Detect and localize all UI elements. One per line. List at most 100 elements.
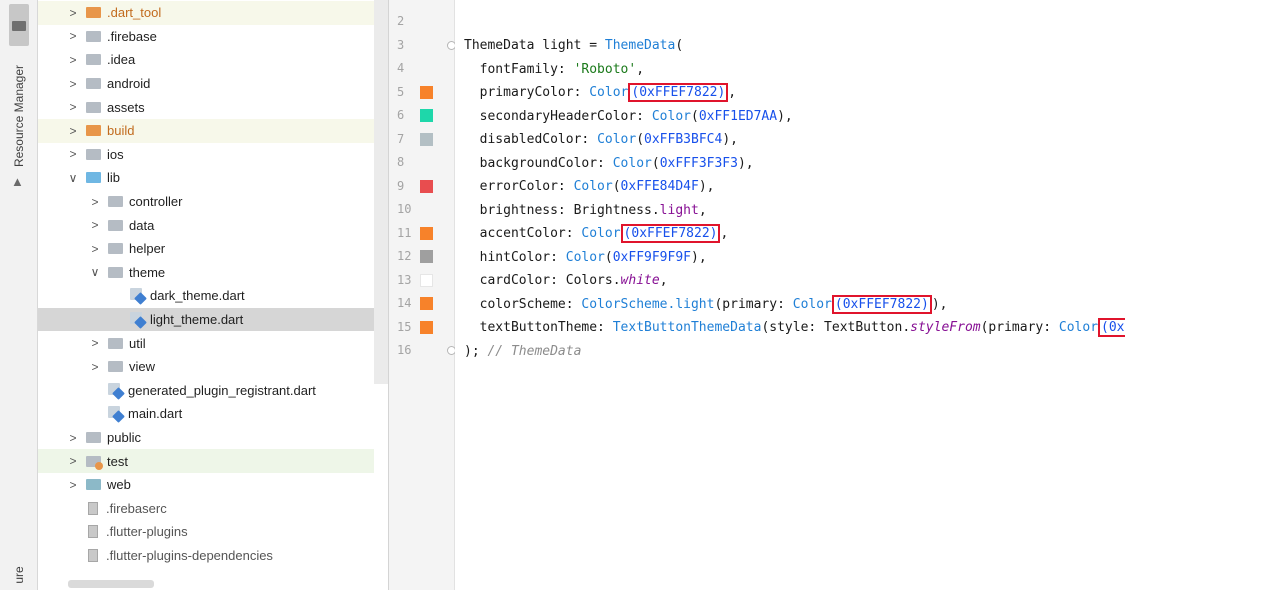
line-number: 10 (397, 202, 412, 216)
tree-item[interactable]: > android (38, 72, 374, 96)
tree-item[interactable]: ∨ lib (38, 166, 374, 190)
folder-icon (86, 479, 101, 491)
folder-icon (108, 337, 123, 349)
color-swatch-icon[interactable] (420, 179, 433, 193)
file-icon (88, 525, 98, 539)
chevron-down-icon[interactable]: ∨ (88, 265, 102, 279)
highlight-box: (0xFFEF7822) (831, 294, 932, 314)
line-number: 6 (397, 108, 405, 122)
tree-item[interactable]: > build (38, 119, 374, 143)
project-tool-button[interactable] (9, 4, 29, 46)
code-line-7: disabledColor: Color(0xFFB3BFC4), (464, 132, 738, 147)
color-swatch-icon[interactable] (420, 297, 433, 310)
tree-item[interactable]: > public (38, 426, 374, 450)
color-swatch-icon[interactable] (420, 250, 433, 263)
structure-tab[interactable]: ure (12, 566, 26, 583)
tree-item-label: .dart_tool (107, 5, 162, 21)
chevron-right-icon[interactable]: > (66, 29, 80, 43)
color-swatch-icon[interactable] (420, 109, 433, 122)
chevron-right-icon[interactable]: > (66, 147, 80, 161)
folder-icon (86, 432, 101, 444)
line-number: 11 (397, 225, 412, 240)
tree-item-label: .firebaserc (106, 500, 167, 516)
chevron-right-icon[interactable]: > (88, 360, 102, 374)
tree-item-label: controller (129, 194, 183, 210)
tree-item-label: ios (107, 146, 124, 162)
chevron-right-icon[interactable]: > (66, 77, 80, 91)
chevron-right-icon[interactable]: > (66, 478, 80, 492)
color-swatch-icon[interactable] (420, 320, 433, 334)
folder-icon (86, 7, 101, 19)
chevron-right-icon[interactable]: > (88, 242, 102, 256)
code-line-16: ); // ThemeData (464, 343, 582, 359)
folder-icon (108, 266, 123, 278)
chevron-right-icon[interactable]: > (66, 100, 80, 114)
code-line-10: brightness: Brightness.light, (464, 202, 707, 218)
line-number: 3 (397, 37, 405, 52)
tree-item-label: dark_theme.dart (150, 288, 245, 304)
tree-item[interactable]: > assets (38, 95, 374, 119)
tree-item-label: helper (129, 241, 166, 257)
code-line-6: secondaryHeaderColor: Color(0xFF1ED7AA), (464, 108, 793, 124)
code-line-9: errorColor: Color(0xFFE84D4F), (464, 179, 715, 194)
chevron-right-icon[interactable]: > (88, 336, 102, 350)
tree-item[interactable]: > view (38, 355, 374, 379)
tree-item[interactable]: generated_plugin_registrant.dart (38, 379, 374, 403)
tree-item[interactable]: > .dart_tool (38, 1, 374, 25)
tree-item[interactable]: > test (38, 449, 374, 473)
tree-item-label: .flutter-plugins-dependencies (106, 548, 273, 564)
chevron-right-icon[interactable]: > (88, 195, 102, 209)
tree-item[interactable]: > .idea (38, 48, 374, 72)
tree-item-label: light_theme.dart (150, 312, 244, 328)
tree-item[interactable]: > .firebase (38, 25, 374, 49)
chevron-right-icon[interactable]: > (66, 431, 80, 445)
resource-manager-icon[interactable]: ▲ (11, 174, 24, 189)
tree-item[interactable]: .flutter-plugins-dependencies (38, 544, 374, 568)
tree-item-label: build (107, 123, 135, 139)
tree-item[interactable]: dark_theme.dart (38, 284, 374, 308)
tree-item[interactable]: main.dart (38, 402, 374, 426)
project-tree: > .dart_tool > .firebase > .idea > android > asse… (38, 0, 389, 590)
tree-item-label: .firebase (107, 28, 157, 44)
chevron-right-icon[interactable]: > (66, 124, 80, 138)
line-number: 15 (397, 319, 412, 334)
chevron-right-icon[interactable]: > (66, 454, 80, 468)
code-editor[interactable]: ThemeData light = ThemeData( fontFamily:… (455, 0, 1263, 590)
tree-item-label: generated_plugin_registrant.dart (128, 382, 316, 398)
line-number: 9 (397, 178, 405, 193)
tree-item[interactable]: > helper (38, 237, 374, 261)
color-swatch-icon[interactable] (420, 85, 433, 99)
tree-vertical-scrollbar[interactable] (374, 0, 388, 384)
code-line-8: backgroundColor: Color(0xFFF3F3F3), (464, 155, 754, 171)
tree-item-label: test (107, 453, 128, 469)
chevron-right-icon[interactable]: > (88, 218, 102, 232)
folder-icon (86, 148, 101, 160)
tree-item[interactable]: > controller (38, 190, 374, 214)
tree-item[interactable]: > ios (38, 143, 374, 167)
code-line-3: ThemeData light = ThemeData( (464, 38, 684, 53)
tree-item-label: .flutter-plugins (106, 524, 188, 540)
tree-item[interactable]: > data (38, 213, 374, 237)
color-swatch-icon[interactable] (420, 226, 433, 240)
tool-window-strip: Resource Manager ▲ ure (0, 0, 38, 590)
chevron-right-icon[interactable]: > (66, 53, 80, 67)
tree-item-label: util (129, 335, 146, 351)
tree-item[interactable]: > web (38, 473, 374, 497)
tree-item-label: android (107, 76, 151, 92)
tree-item[interactable]: > util (38, 331, 374, 355)
tree-item-label: lib (107, 170, 121, 186)
chevron-down-icon[interactable]: ∨ (66, 171, 80, 185)
resource-manager-tab[interactable]: Resource Manager (12, 65, 26, 167)
tree-item[interactable]: .flutter-plugins (38, 520, 374, 544)
tree-item[interactable]: light_theme.dart (38, 307, 374, 332)
code-line-11: accentColor: Color (0xFFEF7822), (464, 224, 729, 243)
tree-item[interactable]: ∨ theme (38, 261, 374, 285)
tree-item-label: data (129, 217, 155, 233)
color-swatch-icon[interactable] (420, 273, 433, 287)
tree-item[interactable]: .firebaserc (38, 497, 374, 521)
tree-item-label: web (107, 477, 131, 493)
color-swatch-icon[interactable] (420, 132, 433, 146)
chevron-right-icon[interactable]: > (66, 6, 80, 20)
tree-horizontal-scrollbar[interactable] (68, 580, 154, 588)
code-line-4: fontFamily: 'Roboto', (464, 61, 645, 77)
